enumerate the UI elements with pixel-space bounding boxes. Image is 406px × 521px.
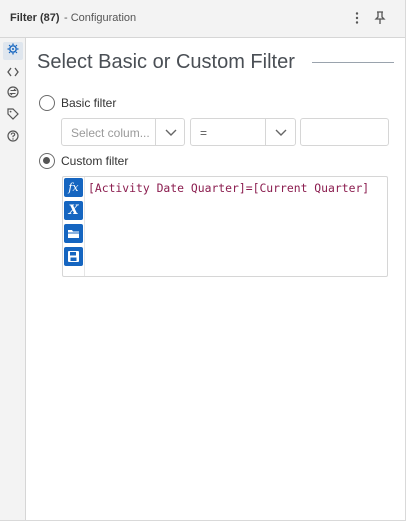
- gear-icon: [7, 42, 19, 60]
- chevron-down-icon: [274, 125, 288, 139]
- panel-header: Filter (87) - Configuration: [0, 0, 405, 38]
- panel-subtitle: - Configuration: [64, 12, 137, 24]
- expression-editor[interactable]: fx X [Activity Date Quarter]=[Current Qu…: [62, 176, 388, 277]
- filter-expression[interactable]: [Activity Date Quarter]=[Current Quarter…: [88, 181, 369, 195]
- sidebar-item-connections[interactable]: [3, 85, 23, 103]
- function-icon[interactable]: fx: [64, 178, 83, 197]
- connection-icon: [7, 85, 19, 103]
- configuration-panel: Filter (87) - Configuration Select Basic…: [0, 0, 406, 521]
- operator-select[interactable]: =: [190, 118, 296, 146]
- heading-divider: [312, 62, 394, 63]
- tag-icon: [7, 107, 19, 125]
- code-icon: [7, 64, 19, 82]
- basic-filter-label: Basic filter: [61, 96, 117, 110]
- sidebar-item-configuration[interactable]: [3, 42, 23, 60]
- custom-filter-label: Custom filter: [61, 154, 129, 168]
- save-icon[interactable]: [64, 247, 83, 266]
- sidebar-item-code[interactable]: [3, 64, 23, 82]
- help-icon: [7, 129, 19, 147]
- page-title: Select Basic or Custom Filter: [37, 51, 295, 73]
- more-vertical-icon[interactable]: [349, 9, 365, 27]
- sidebar: [0, 38, 26, 520]
- sidebar-item-help[interactable]: [3, 129, 23, 147]
- editor-gutter-divider: [84, 177, 85, 276]
- open-folder-icon[interactable]: [64, 224, 83, 243]
- chevron-down-icon: [164, 125, 178, 139]
- pin-icon[interactable]: [372, 9, 388, 27]
- configuration-content: Select Basic or Custom Filter Basic filt…: [26, 38, 404, 520]
- column-select[interactable]: Select colum...: [61, 118, 185, 146]
- operator-select-value: =: [200, 126, 208, 140]
- filter-value-input[interactable]: [300, 118, 389, 146]
- basic-filter-radio[interactable]: [39, 95, 55, 111]
- panel-title: Filter (87): [10, 12, 60, 24]
- column-select-value: Select colum...: [71, 126, 150, 140]
- sidebar-item-annotation[interactable]: [3, 107, 23, 125]
- variable-icon[interactable]: X: [64, 201, 83, 220]
- custom-filter-radio[interactable]: [39, 153, 55, 169]
